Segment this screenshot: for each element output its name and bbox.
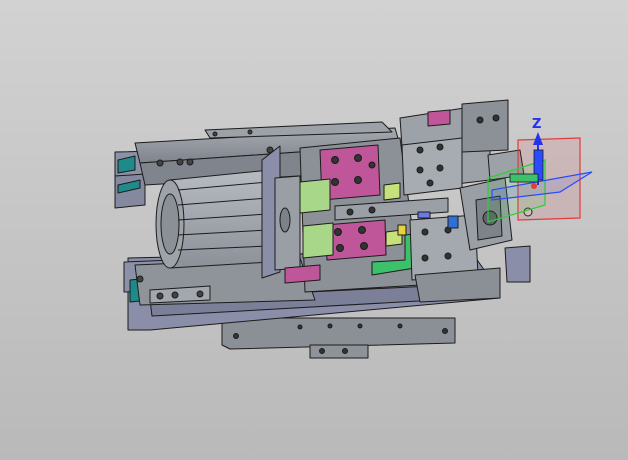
green-pad-lower bbox=[302, 222, 334, 259]
blue-accent-block bbox=[447, 215, 459, 229]
yellow-accent-block bbox=[397, 224, 407, 236]
blue-accent-small bbox=[417, 211, 431, 219]
cad-3d-viewport[interactable]: Z bbox=[0, 0, 628, 460]
base-plate bbox=[221, 317, 456, 359]
triad-z-label: Z bbox=[532, 117, 541, 132]
green-pad-small bbox=[383, 182, 401, 201]
assembly-model-canvas[interactable]: Z bbox=[0, 0, 628, 460]
assembly-model bbox=[114, 99, 533, 359]
pink-block-bottom bbox=[324, 219, 387, 261]
green-pad-upper bbox=[299, 178, 331, 214]
pink-side-plate bbox=[284, 264, 321, 284]
